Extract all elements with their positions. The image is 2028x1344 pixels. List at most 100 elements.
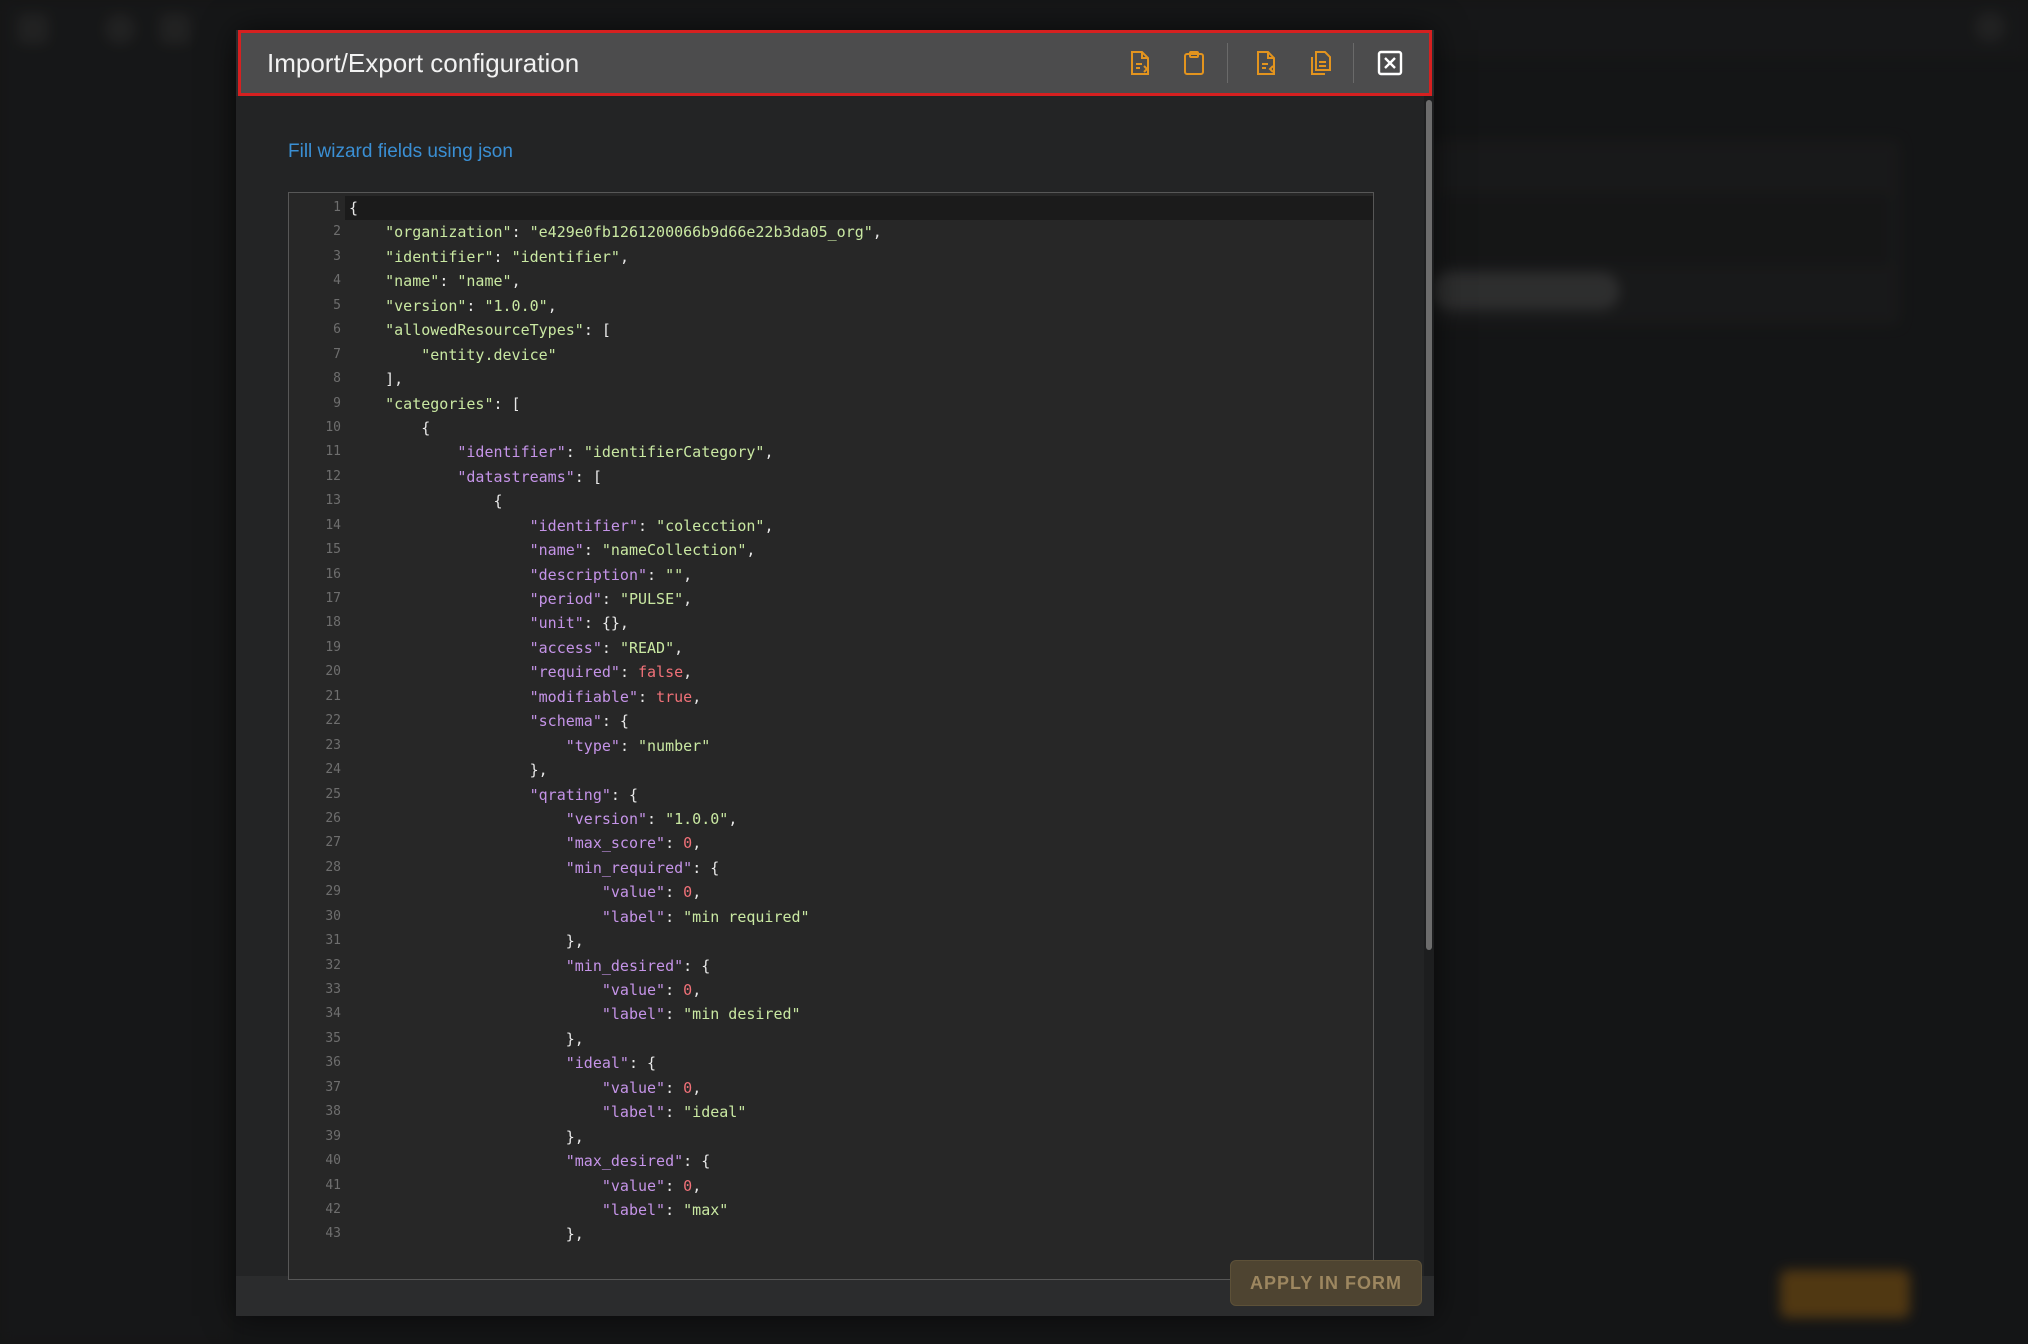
- code-content[interactable]: { "organization": "e429e0fb1261200066b9d…: [349, 196, 882, 1247]
- line-number: 22: [325, 713, 341, 729]
- line-number: 33: [325, 982, 341, 997]
- code-token: :: [665, 1005, 684, 1024]
- code-token: "identifier": [511, 247, 620, 266]
- code-token: :: [638, 516, 657, 535]
- code-token: "value": [601, 883, 666, 902]
- line-number: 23: [325, 737, 341, 753]
- code-token: "nameCollection": [601, 541, 747, 560]
- toolbar-divider: [1353, 43, 1354, 83]
- toolbar-divider: [1227, 43, 1228, 83]
- code-line: "unit": {},: [349, 611, 882, 635]
- export-file-button[interactable]: [1125, 47, 1155, 79]
- code-token: ,: [683, 565, 693, 584]
- code-token: ,: [511, 272, 521, 291]
- modal-scrollbar-thumb[interactable]: [1426, 100, 1432, 950]
- paste-clipboard-button[interactable]: [1179, 47, 1209, 79]
- code-token: "name": [385, 272, 440, 291]
- code-token: true: [656, 687, 693, 706]
- code-line: {: [349, 196, 882, 220]
- json-code-editor[interactable]: 1 2 3 4 5 6 7 8 9 10 11 12 13 14 15 16 17 18 19 20 21 22 23 24 2…: [288, 192, 1374, 1280]
- code-token: "e429e0fb1261200066b9d66e22b3da05_org": [529, 223, 873, 242]
- code-line: "type": "number": [349, 734, 882, 758]
- apply-in-form-button[interactable]: APPLY IN FORM: [1230, 1260, 1422, 1306]
- code-token: "value": [601, 1176, 666, 1195]
- code-line: "min_desired": {: [349, 954, 882, 978]
- code-token: "value": [601, 1078, 666, 1097]
- close-icon: [1377, 50, 1403, 76]
- code-token: "value": [601, 981, 666, 999]
- code-token: "max_score": [565, 834, 666, 853]
- code-line: },: [349, 1027, 882, 1051]
- code-token: "categories": [385, 394, 494, 413]
- code-token: "schema": [529, 712, 602, 731]
- code-token: "min_required": [565, 858, 693, 877]
- code-line: },: [349, 929, 882, 953]
- line-number: 21: [325, 688, 341, 704]
- line-number: 5: [333, 297, 341, 313]
- code-token: "identifier": [529, 516, 638, 535]
- code-line: "access": "READ",: [349, 636, 882, 660]
- close-modal-button[interactable]: [1375, 47, 1405, 79]
- code-token: :: [665, 981, 684, 999]
- code-line: },: [349, 1222, 882, 1246]
- code-line: "identifier": "colecction",: [349, 514, 882, 538]
- code-line: "qrating": {: [349, 783, 882, 807]
- line-number: 30: [325, 908, 341, 924]
- line-number: 35: [325, 1030, 341, 1046]
- code-token: "name": [457, 272, 512, 291]
- code-token: :: [647, 809, 666, 828]
- code-token: :: [493, 247, 512, 266]
- code-token: :: [439, 272, 458, 291]
- code-token: 0: [683, 834, 693, 853]
- code-token: : {: [692, 858, 720, 877]
- code-token: "description": [529, 565, 648, 584]
- code-token: :: [583, 541, 602, 560]
- line-number: 16: [325, 566, 341, 582]
- code-line: "identifier": "identifierCategory",: [349, 440, 882, 464]
- copy-json-button[interactable]: [1305, 47, 1335, 79]
- code-token: :: [601, 638, 620, 657]
- code-token: "allowedResourceTypes": [385, 321, 584, 340]
- line-number: 18: [325, 615, 341, 631]
- code-token: "ideal": [683, 1103, 747, 1122]
- code-token: ,: [692, 981, 702, 999]
- file-export-icon: [1131, 51, 1149, 75]
- code-line: "value": 0,: [349, 1174, 882, 1198]
- line-number: 34: [325, 1006, 341, 1022]
- line-number: 39: [325, 1128, 341, 1144]
- code-token: : {: [683, 1152, 711, 1171]
- code-line: "categories": [: [349, 392, 882, 416]
- code-token: ],: [349, 370, 404, 389]
- code-token: "ideal": [565, 1054, 629, 1073]
- code-token: ,: [746, 541, 756, 560]
- line-number: 6: [333, 322, 341, 338]
- code-line: ],: [349, 367, 882, 391]
- code-token: ,: [764, 516, 774, 535]
- code-token: "PULSE": [619, 590, 684, 608]
- import-file-button[interactable]: [1251, 47, 1281, 79]
- code-token: : {: [601, 712, 629, 731]
- code-line: "name": "nameCollection",: [349, 538, 882, 562]
- line-number: 4: [333, 273, 341, 289]
- code-token: :: [619, 663, 638, 682]
- code-token: :: [601, 590, 620, 608]
- code-line: "description": "",: [349, 563, 882, 587]
- code-token: : {: [610, 785, 638, 804]
- line-number: 9: [333, 395, 341, 411]
- code-line: "required": false,: [349, 660, 882, 684]
- code-line: "period": "PULSE",: [349, 587, 882, 611]
- code-token: "1.0.0": [484, 296, 548, 315]
